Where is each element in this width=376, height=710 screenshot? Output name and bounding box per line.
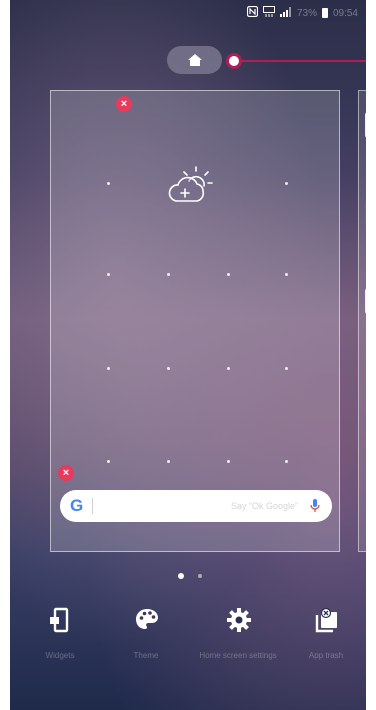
battery-icon bbox=[321, 8, 328, 18]
home-screen-settings-button[interactable]: Home screen settings bbox=[198, 595, 278, 675]
nfc-icon bbox=[246, 5, 259, 20]
widgets-label: Widgets bbox=[45, 651, 75, 660]
home-page-button[interactable] bbox=[167, 46, 222, 74]
microphone-icon[interactable] bbox=[310, 499, 320, 513]
status-bar: 73% 09:54 bbox=[246, 5, 358, 20]
app-icon bbox=[365, 111, 366, 139]
empty-slot-dot bbox=[227, 273, 230, 276]
add-weather-icon[interactable] bbox=[163, 163, 217, 207]
page-dot-active[interactable] bbox=[178, 573, 184, 579]
signal-icon bbox=[279, 6, 292, 20]
google-logo: G bbox=[70, 496, 84, 515]
google-search-widget[interactable]: G Say “Ok Google” bbox=[60, 490, 332, 522]
app-icon bbox=[365, 199, 366, 227]
page-dot[interactable] bbox=[198, 574, 202, 578]
next-home-page-card[interactable] bbox=[358, 90, 366, 552]
app-trash-button[interactable]: App trash bbox=[286, 595, 366, 675]
callout-line bbox=[233, 60, 366, 62]
clock: 09:54 bbox=[332, 7, 358, 19]
app-trash-label: App trash bbox=[308, 651, 344, 660]
search-placeholder: Say “Ok Google” bbox=[230, 501, 298, 511]
empty-slot-dot bbox=[285, 182, 288, 185]
callout-dot bbox=[226, 53, 242, 69]
empty-slot-dot bbox=[167, 460, 170, 463]
widgets-button[interactable]: Widgets bbox=[20, 595, 100, 675]
empty-slot-dot bbox=[107, 182, 110, 185]
app-icon bbox=[365, 287, 366, 315]
empty-slot-dot bbox=[107, 460, 110, 463]
empty-slot-dot bbox=[285, 460, 288, 463]
palette-icon bbox=[136, 609, 158, 629]
home-screen-settings-label: Home screen settings bbox=[199, 651, 277, 660]
empty-slot-dot bbox=[107, 367, 110, 370]
mobile-data-icon bbox=[262, 6, 275, 20]
remove-search-widget-badge[interactable]: × bbox=[58, 465, 74, 481]
empty-slot-dot bbox=[227, 367, 230, 370]
empty-slot-dot bbox=[167, 273, 170, 276]
theme-label: Theme bbox=[133, 651, 159, 660]
empty-slot-dot bbox=[107, 273, 110, 276]
empty-slot-dot bbox=[167, 367, 170, 370]
edit-options-bar: Widgets Theme Home screen settings App t… bbox=[10, 595, 366, 710]
home-icon bbox=[187, 54, 202, 66]
page-indicator bbox=[178, 573, 202, 579]
remove-page-badge[interactable]: × bbox=[116, 96, 132, 112]
home-page-card[interactable]: × × bbox=[50, 90, 340, 552]
app-trash-icon bbox=[315, 607, 337, 633]
battery-percent: 73% bbox=[296, 7, 317, 19]
theme-button[interactable]: Theme bbox=[106, 595, 186, 675]
widgets-icon bbox=[50, 607, 69, 633]
empty-slot-dot bbox=[285, 273, 288, 276]
empty-slot-dot bbox=[227, 460, 230, 463]
gear-icon bbox=[227, 608, 251, 632]
empty-slot-dot bbox=[285, 367, 288, 370]
home-screen-edit-mode: 73% 09:54 × × G Say “Ok Google” Widgets … bbox=[10, 0, 366, 710]
